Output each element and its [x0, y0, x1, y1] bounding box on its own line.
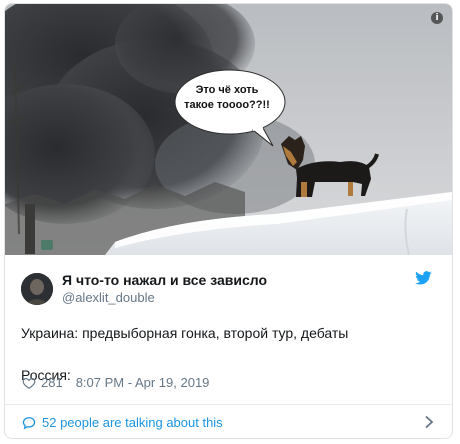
- twitter-bird-icon[interactable]: [415, 271, 432, 285]
- info-icon[interactable]: i: [431, 12, 443, 24]
- tweet-meta: 281 8:07 PM - Apr 19, 2019: [22, 375, 209, 390]
- chevron-right-icon: [425, 415, 434, 429]
- speech-bubble: Это чё хоть такое тоооо??!!: [183, 83, 271, 113]
- tweet-header: Я что-то нажал и все зависло @alexlit_do…: [5, 255, 452, 315]
- meme-image: [5, 4, 452, 255]
- bubble-line1: Это чё хоть: [195, 84, 259, 96]
- user-handle[interactable]: @alexlit_double: [62, 290, 155, 305]
- tweet-card: Это чё хоть такое тоооо??!! i Я что-то н…: [4, 3, 453, 439]
- avatar-image: [21, 273, 53, 305]
- conversation-label: 52 people are talking about this: [42, 415, 223, 430]
- tweet-media[interactable]: Это чё хоть такое тоооо??!! i: [5, 4, 452, 255]
- timestamp[interactable]: 8:07 PM - Apr 19, 2019: [76, 375, 210, 390]
- like-count[interactable]: 281: [41, 375, 63, 390]
- heart-icon[interactable]: [22, 376, 36, 390]
- avatar[interactable]: [21, 273, 53, 305]
- comment-icon: [22, 417, 36, 430]
- tweet-text-line1: Украина: предвыборная гонка, второй тур,…: [21, 325, 349, 341]
- conversation-link[interactable]: 52 people are talking about this: [5, 405, 452, 438]
- display-name[interactable]: Я что-то нажал и все зависло: [62, 272, 267, 288]
- bubble-line2: такое тоооо??!!: [184, 99, 270, 111]
